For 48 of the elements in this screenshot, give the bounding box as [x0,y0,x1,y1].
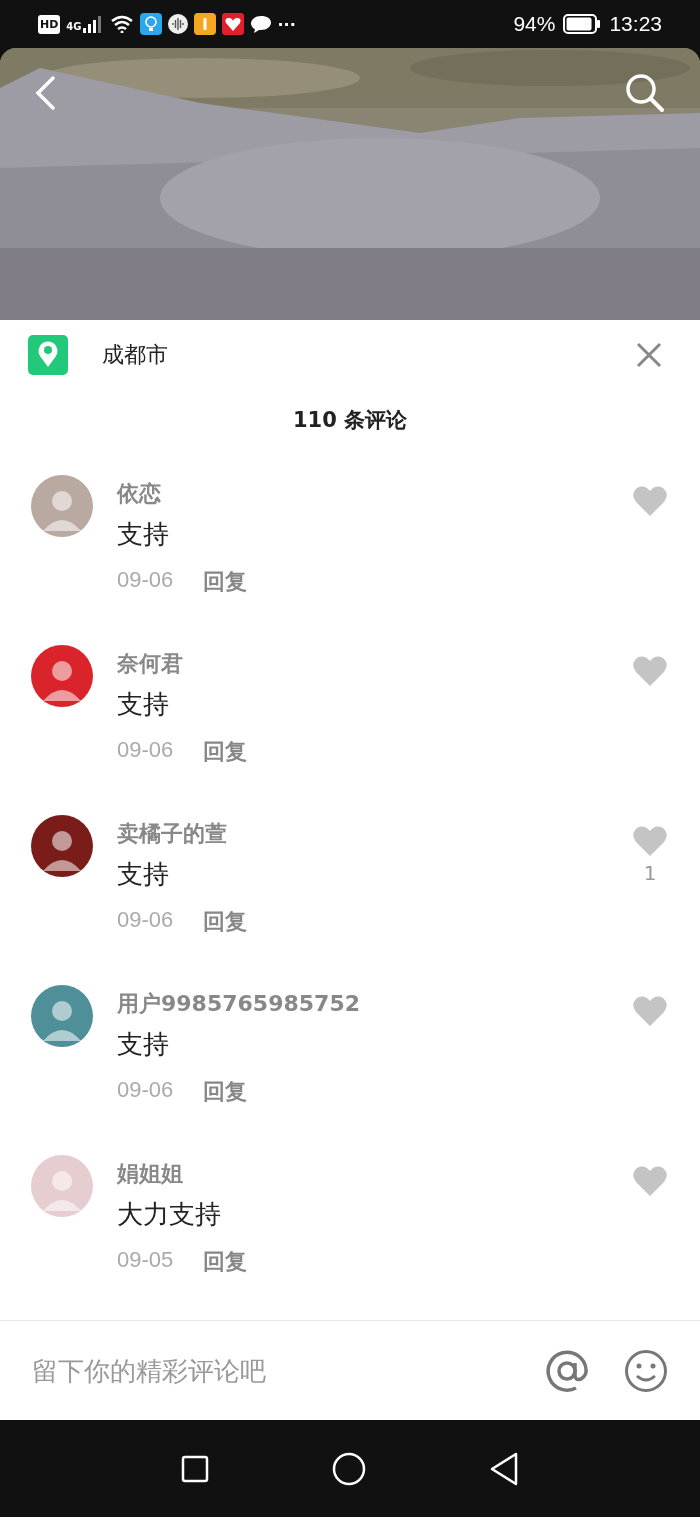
more-notifications: ··· [277,14,296,34]
comment-text: 支持 [117,1028,170,1061]
reply-link[interactable]: 回复 [203,907,248,937]
back-nav-icon[interactable] [488,1451,519,1486]
comment-text: 大力支持 [117,1198,222,1231]
wifi-icon [109,15,134,33]
home-icon[interactable] [332,1451,366,1486]
reply-link[interactable]: 回复 [203,1247,248,1277]
heart-app-icon [221,13,244,35]
hd-icon: HD [38,14,61,34]
reply-link[interactable]: 回复 [203,567,248,597]
comment-date: 09-06 [117,567,174,594]
bulb-icon [139,13,162,35]
audio-wave-icon [167,14,188,34]
app-icon [193,13,216,35]
back-icon[interactable] [34,75,56,111]
username[interactable]: 奈何君 [117,649,600,679]
battery-percent: 94% [513,12,556,36]
avatar[interactable] [31,815,93,877]
like-count: 1 [643,861,657,885]
comment-text: 支持 [117,858,170,891]
reply-link[interactable]: 回复 [203,1077,248,1107]
avatar[interactable] [31,645,93,707]
close-icon[interactable] [636,342,662,368]
location-name[interactable]: 成都市 [102,340,636,370]
emoji-icon[interactable] [624,1348,668,1393]
at-icon[interactable] [544,1347,590,1394]
clock: 13:23 [609,12,662,36]
comment-count-title: 110 条评论 [291,407,409,434]
username[interactable]: 用户9985765985752 [117,989,600,1019]
comment-input[interactable]: 留下你的精彩评论吧 [32,1355,510,1386]
comment-date: 09-06 [117,737,174,764]
search-icon[interactable] [624,72,666,114]
comment-date: 09-05 [117,1247,174,1274]
signal-icon [81,15,104,33]
location-pin-icon [28,335,68,375]
reply-link[interactable]: 回复 [203,737,248,767]
username[interactable]: 娟姐姐 [117,1159,600,1189]
battery-icon [563,14,602,34]
comment-text: 支持 [117,688,170,721]
network-label: 4G [66,21,82,32]
recent-apps-icon[interactable] [181,1454,210,1483]
comment-text: 支持 [117,518,170,551]
username[interactable]: 卖橘子的萱 [117,819,600,849]
username[interactable]: 依恋 [117,479,600,509]
comment-date: 09-06 [117,907,174,934]
comment-date: 09-06 [117,1077,174,1104]
chat-bubble-icon [249,14,272,34]
